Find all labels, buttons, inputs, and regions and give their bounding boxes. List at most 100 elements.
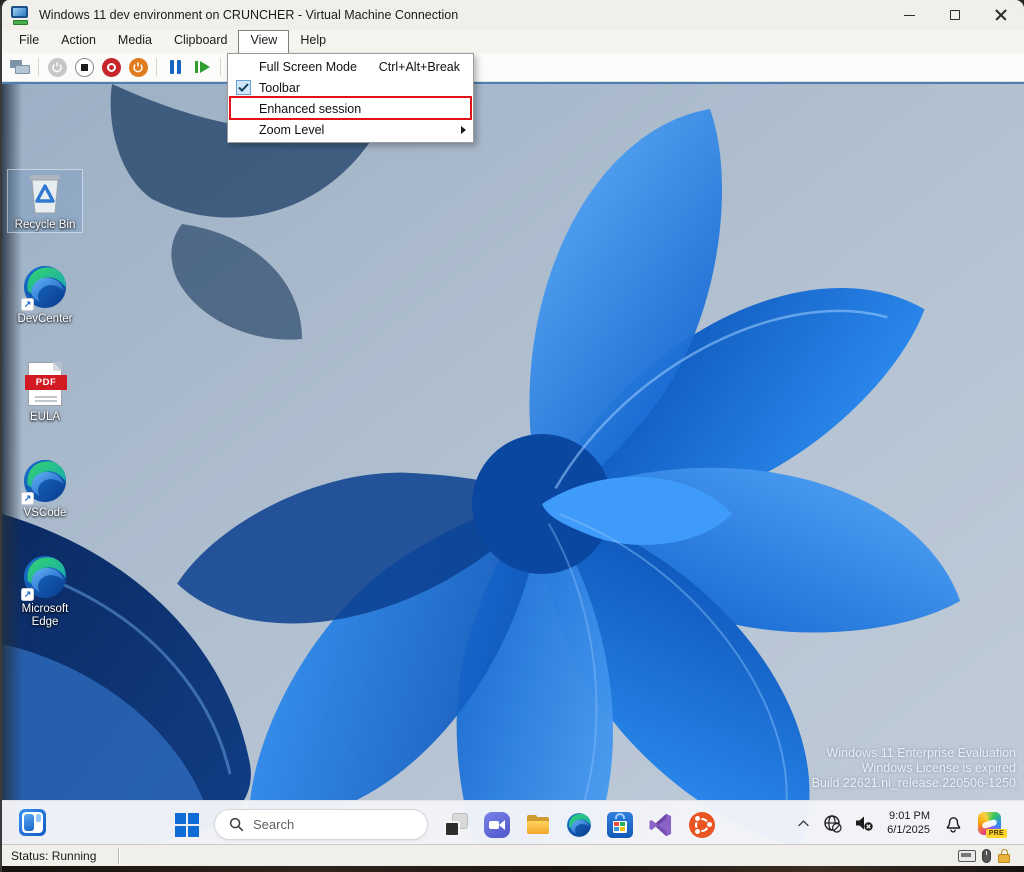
- microsoft-store-button[interactable]: [606, 811, 633, 838]
- title-bar: Windows 11 dev environment on CRUNCHER -…: [2, 0, 1024, 30]
- menu-item-enhanced-session[interactable]: Enhanced session: [228, 98, 473, 119]
- menu-help[interactable]: Help: [289, 30, 337, 53]
- ubuntu-icon: [688, 811, 715, 838]
- chat-camera-icon: [483, 811, 510, 838]
- tray-time: 9:01 PM: [889, 810, 930, 822]
- edge-logo-icon: ↗: [21, 458, 68, 505]
- shortcut-arrow-icon: ↗: [21, 492, 34, 505]
- store-bag-icon: [606, 811, 633, 838]
- maximize-button[interactable]: [932, 0, 978, 30]
- hidden-icons-button[interactable]: [794, 810, 812, 837]
- copilot-preview-button[interactable]: PRE: [974, 810, 1007, 838]
- vm-status-bar: Status: Running: [2, 844, 1024, 866]
- visual-studio-button[interactable]: [647, 811, 674, 838]
- widgets-button[interactable]: [19, 809, 46, 836]
- toolbar-separator: [38, 58, 39, 76]
- desktop-icon-label: EULA: [29, 411, 61, 423]
- desktop-icon-microsoft-edge[interactable]: ↗ Microsoft Edge: [8, 554, 82, 629]
- vm-toolbar: [2, 53, 1024, 82]
- menu-bar: File Action Media Clipboard View Help: [2, 30, 1024, 53]
- clock[interactable]: 9:01 PM 6/1/2025: [885, 809, 932, 837]
- menu-item-label: Toolbar: [259, 80, 300, 95]
- submenu-arrow-icon: [461, 125, 466, 134]
- menu-item-full-screen-mode[interactable]: Full Screen Mode Ctrl+Alt+Break: [228, 56, 473, 77]
- pdf-label: PDF: [25, 375, 67, 390]
- screen-bottom-edge: [2, 866, 1024, 872]
- keyboard-capture-icon: [958, 849, 976, 862]
- taskbar: Search 9:01 PM 6/1/2025 PRE: [2, 800, 1024, 844]
- desktop-icon-vscode[interactable]: ↗ VSCode: [8, 458, 82, 520]
- menu-item-zoom-level[interactable]: Zoom Level: [228, 119, 473, 140]
- volume-button[interactable]: [852, 810, 876, 837]
- vm-status-text: Status: Running: [11, 848, 97, 863]
- security-lock-icon: [997, 848, 1011, 863]
- watermark-line: Windows 11 Enterprise Evaluation: [826, 746, 1016, 760]
- shortcut-arrow-icon: ↗: [21, 298, 34, 311]
- toolbar-separator: [156, 58, 157, 76]
- menu-view[interactable]: View: [238, 30, 290, 53]
- tray-date: 6/1/2025: [887, 824, 930, 836]
- notifications-button[interactable]: [941, 810, 965, 837]
- checkmark-icon: [236, 80, 251, 95]
- desktop-icon-devcenter[interactable]: ↗ DevCenter: [8, 264, 82, 326]
- shut-down-button[interactable]: [100, 56, 122, 78]
- menu-media[interactable]: Media: [107, 30, 163, 53]
- toolbar-separator: [220, 58, 221, 76]
- copilot-icon: PRE: [977, 811, 1007, 838]
- minimize-button[interactable]: [886, 0, 932, 30]
- search-box[interactable]: Search: [214, 809, 428, 840]
- menu-file[interactable]: File: [8, 30, 50, 53]
- power-icon: [47, 57, 67, 77]
- watermark-line: Windows License is expired: [861, 761, 1016, 775]
- folder-icon: [525, 812, 551, 838]
- vm-connection-window: Windows 11 dev environment on CRUNCHER -…: [0, 0, 1024, 872]
- bell-icon: [946, 816, 961, 833]
- turn-off-button[interactable]: [73, 56, 95, 78]
- keyboard-icon: [10, 59, 30, 75]
- window-title: Windows 11 dev environment on CRUNCHER -…: [39, 8, 459, 22]
- ubuntu-button[interactable]: [688, 811, 715, 838]
- desktop-icon-eula[interactable]: PDF EULA: [8, 362, 82, 424]
- network-button[interactable]: [821, 810, 843, 837]
- ctrl-alt-del-button[interactable]: [9, 56, 31, 78]
- pause-vm-button[interactable]: [164, 56, 186, 78]
- status-separator: [118, 847, 120, 864]
- edge-logo-icon: [566, 812, 592, 838]
- edge-browser-button[interactable]: [565, 811, 592, 838]
- desktop-icon-label: Microsoft Edge: [21, 603, 69, 628]
- edge-logo-icon: ↗: [21, 554, 68, 601]
- task-view-button[interactable]: [442, 811, 469, 838]
- reset-vm-button[interactable]: [191, 56, 213, 78]
- desktop-icon-label: DevCenter: [17, 313, 73, 325]
- desktop-icon-recycle-bin[interactable]: Recycle Bin: [7, 169, 83, 233]
- menu-item-toolbar[interactable]: Toolbar: [228, 77, 473, 98]
- file-explorer-button[interactable]: [524, 811, 551, 838]
- save-vm-button[interactable]: [127, 56, 149, 78]
- recycle-bin-icon: [22, 170, 68, 216]
- mouse-capture-icon: [982, 848, 991, 863]
- search-icon: [229, 817, 244, 832]
- menu-action[interactable]: Action: [50, 30, 107, 53]
- menu-item-label: Enhanced session: [259, 101, 362, 116]
- shutdown-icon: [101, 57, 121, 77]
- minimize-icon: [903, 14, 915, 16]
- windows-logo-icon: [174, 812, 199, 837]
- close-icon: [995, 9, 1007, 21]
- hyperv-app-icon: [11, 5, 31, 25]
- close-button[interactable]: [978, 0, 1024, 30]
- desktop-icon-label: VSCode: [23, 507, 67, 519]
- visual-studio-icon: [648, 813, 671, 836]
- volume-muted-icon: [856, 816, 873, 831]
- pause-icon: [169, 60, 181, 74]
- menu-clipboard[interactable]: Clipboard: [163, 30, 239, 53]
- start-button[interactable]: [173, 811, 200, 838]
- chat-button[interactable]: [483, 811, 510, 838]
- edge-logo-icon: ↗: [21, 264, 68, 311]
- globe-offline-icon: [823, 814, 842, 833]
- play-icon: [194, 61, 210, 73]
- shortcut-arrow-icon: ↗: [21, 588, 34, 601]
- vm-display: Recycle Bin ↗ DevCenter PDF EULA ↗ VSCod…: [2, 82, 1024, 844]
- save-power-icon: [128, 57, 148, 77]
- pdf-document-icon: PDF: [22, 362, 68, 408]
- start-vm-button[interactable]: [46, 56, 68, 78]
